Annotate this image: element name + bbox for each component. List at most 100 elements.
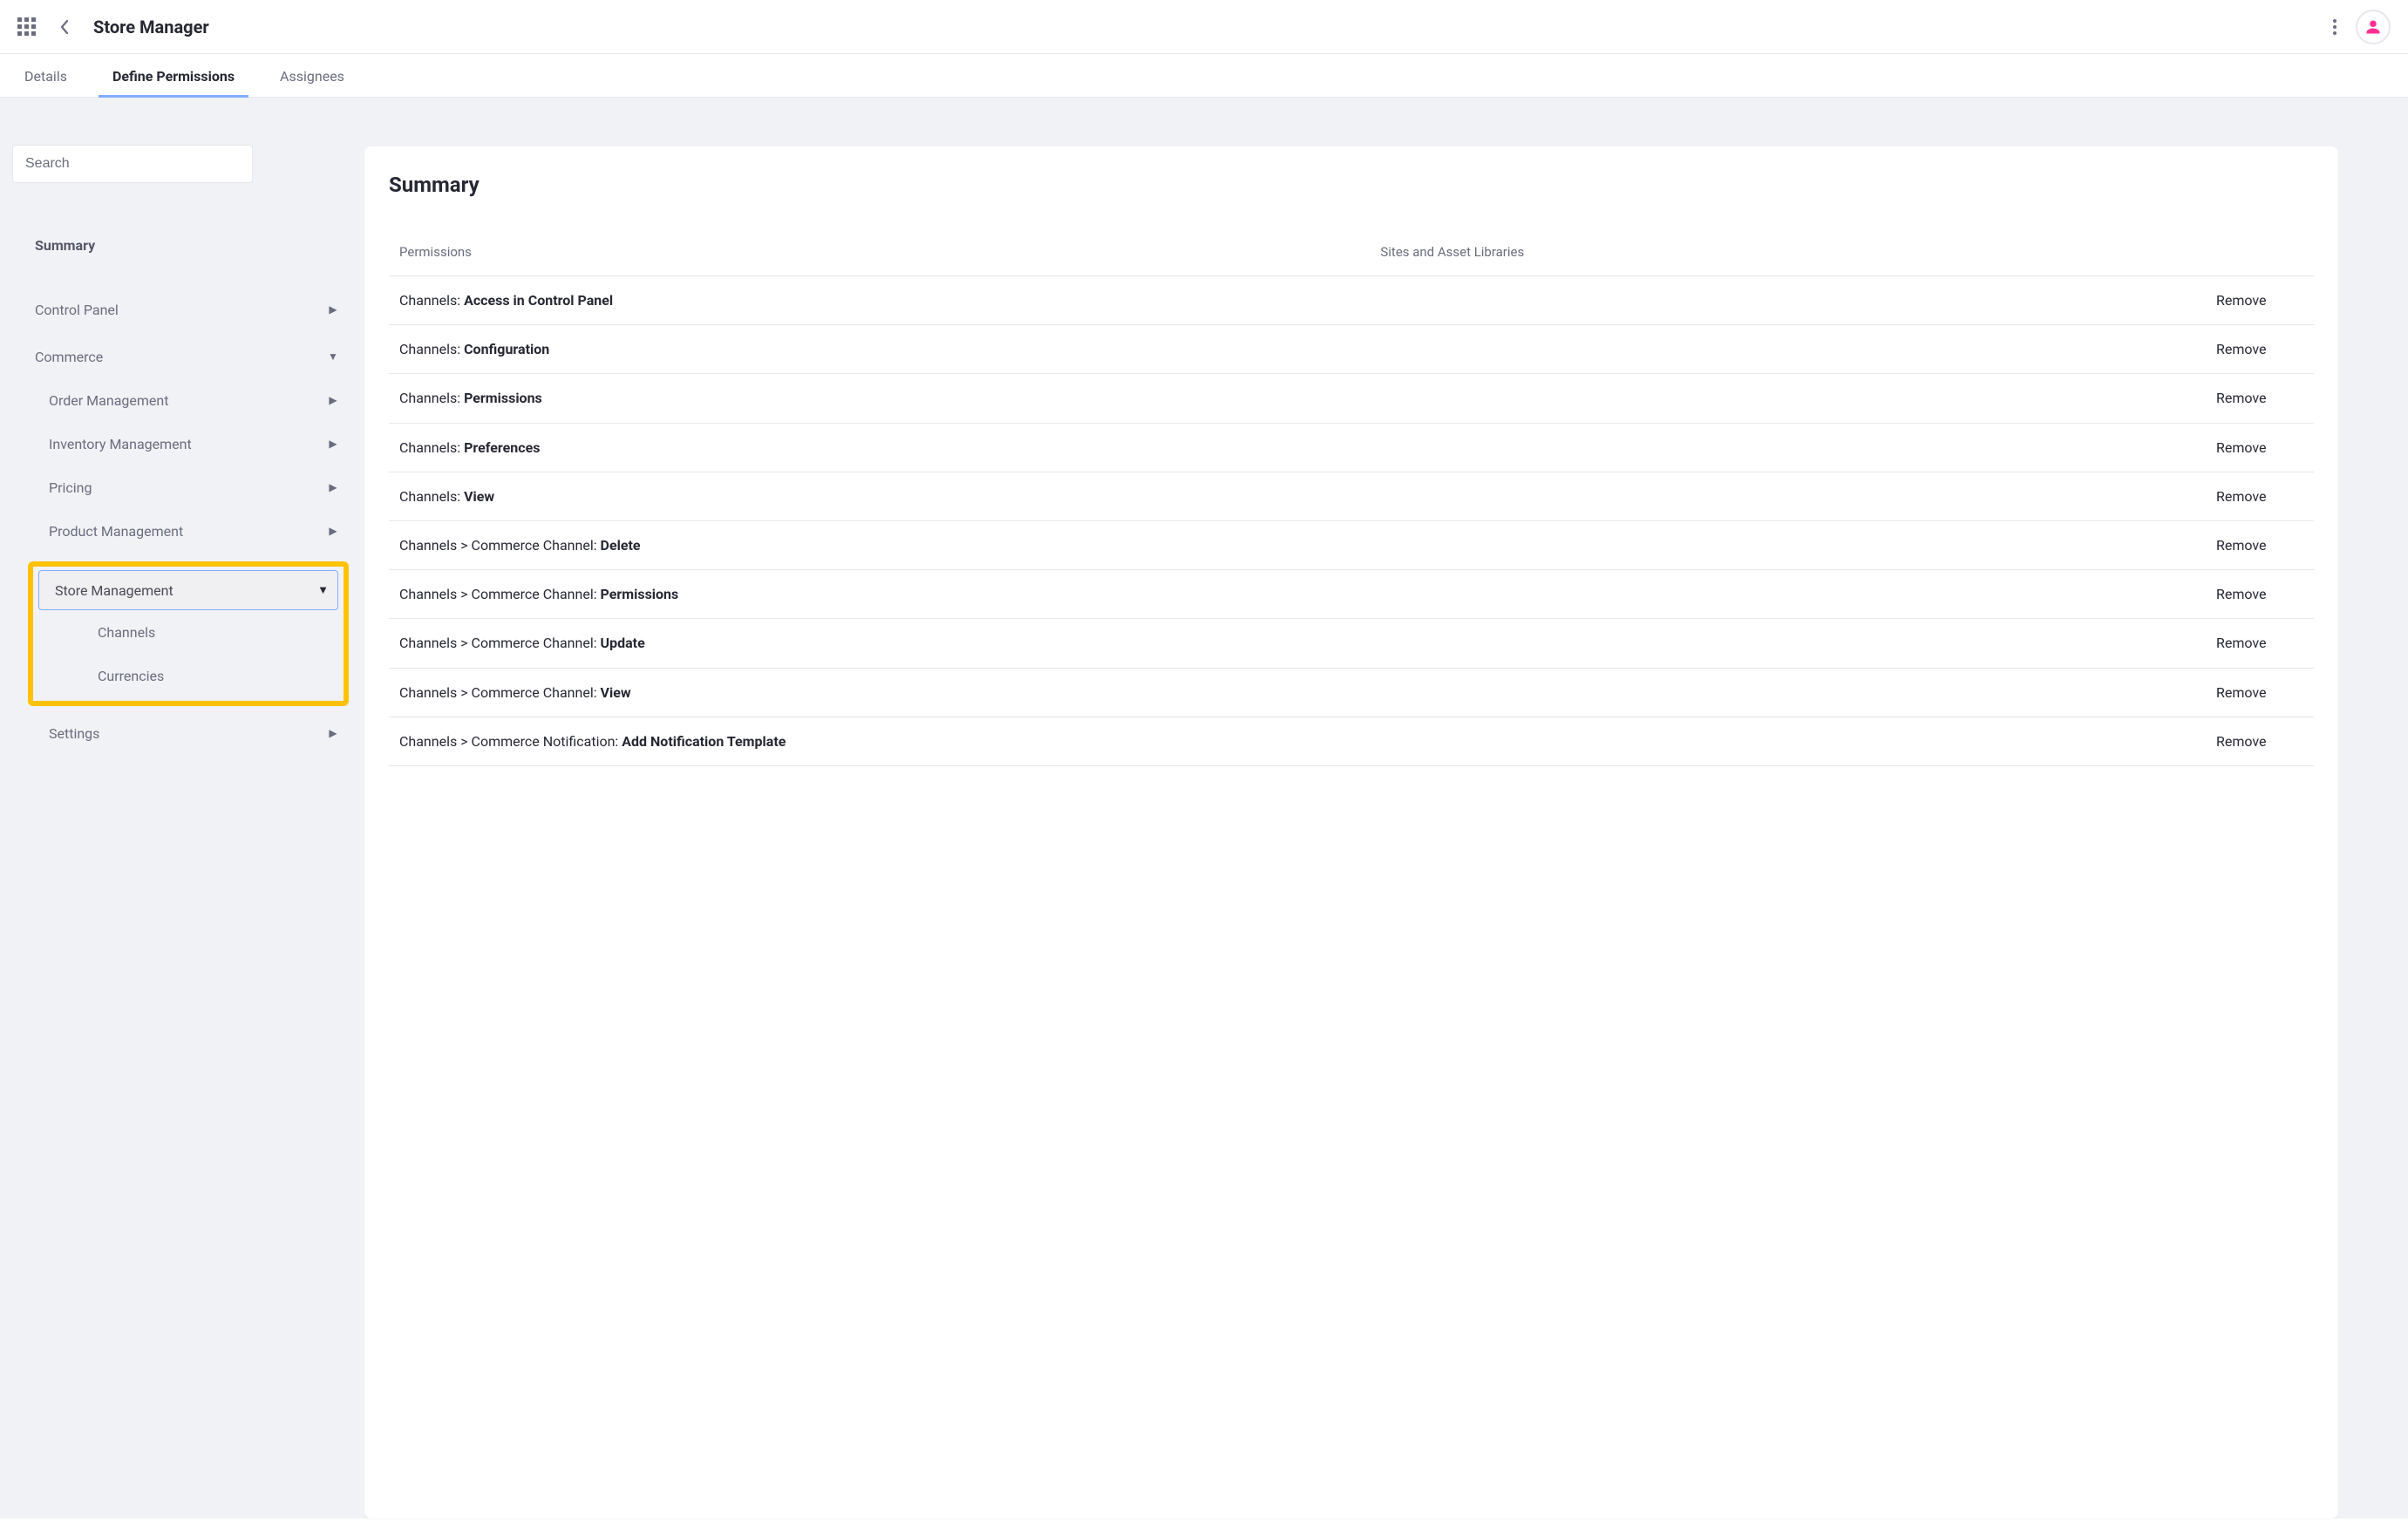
remove-button[interactable]: Remove	[2216, 733, 2267, 750]
sidebar-item-label: Order Management	[49, 392, 168, 409]
sidebar-item-label: Settings	[49, 725, 99, 742]
permission-cell: Channels: View	[399, 486, 1380, 506]
page-title: Store Manager	[93, 17, 209, 37]
permission-cell: Channels > Commerce Channel: Update	[399, 633, 1380, 653]
action-cell: Remove	[2216, 635, 2303, 651]
column-sites: Sites and Asset Libraries	[1380, 244, 2216, 260]
table-row: Channels: Permissions Remove	[389, 374, 2314, 423]
table-row: Channels > Commerce Channel: Update Remov…	[389, 619, 2314, 668]
sidebar-item-pricing[interactable]: Pricing ▶	[26, 465, 352, 509]
dot-icon	[2333, 19, 2337, 23]
permission-cell: Channels > Commerce Channel: Permissions	[399, 584, 1380, 604]
caret-right-icon: ▶	[324, 303, 342, 316]
sidebar-item-inventory-management[interactable]: Inventory Management ▶	[26, 422, 352, 465]
sidebar-item-order-management[interactable]: Order Management ▶	[26, 378, 352, 422]
sidebar-item-commerce[interactable]: Commerce ▼	[12, 335, 352, 378]
sidebar-item-currencies[interactable]: Currencies	[75, 654, 338, 697]
permissions-table-body: Channels: Access in Control PanelRemoveC…	[389, 276, 2314, 766]
sidebar-item-label: Commerce	[35, 349, 103, 365]
table-row: Channels: View Remove	[389, 472, 2314, 521]
action-cell: Remove	[2216, 586, 2303, 602]
tab-details[interactable]: Details	[17, 54, 74, 97]
caret-right-icon: ▶	[324, 481, 342, 493]
sidebar-item-label: Control Panel	[35, 302, 119, 318]
caret-right-icon: ▶	[324, 438, 342, 450]
user-avatar-button[interactable]	[2356, 10, 2391, 44]
action-cell: Remove	[2216, 733, 2303, 750]
caret-down-icon: ▼	[324, 350, 342, 363]
remove-button[interactable]: Remove	[2216, 292, 2267, 309]
sidebar-item-label: Store Management	[55, 582, 173, 599]
table-header: Permissions Sites and Asset Libraries	[389, 244, 2314, 276]
action-cell: Remove	[2216, 390, 2303, 406]
remove-button[interactable]: Remove	[2216, 390, 2267, 406]
action-cell: Remove	[2216, 684, 2303, 701]
remove-button[interactable]: Remove	[2216, 488, 2267, 505]
topbar-left: Store Manager	[17, 14, 209, 40]
sidebar-item-settings[interactable]: Settings ▶	[26, 711, 352, 755]
dot-icon	[2333, 31, 2337, 35]
content: Summary Control Panel ▶ Commerce ▼ Order…	[0, 98, 2408, 1519]
table-row: Channels > Commerce Channel: Permissions…	[389, 570, 2314, 619]
sidebar-item-label: Currencies	[98, 668, 164, 684]
sidebar-item-channels[interactable]: Channels	[75, 610, 338, 654]
main-panel: Summary Permissions Sites and Asset Libr…	[364, 146, 2338, 1519]
action-cell: Remove	[2216, 439, 2303, 456]
action-cell: Remove	[2216, 341, 2303, 357]
topbar: Store Manager	[0, 0, 2408, 54]
permission-cell: Channels > Commerce Channel: View	[399, 683, 1380, 703]
sidebar-item-label: Pricing	[49, 479, 92, 496]
search-input[interactable]	[12, 145, 253, 183]
action-cell: Remove	[2216, 292, 2303, 309]
sidebar-item-label: Product Management	[49, 523, 183, 540]
store-management-subnav: Channels Currencies	[38, 610, 338, 697]
dot-icon	[2333, 25, 2337, 29]
remove-button[interactable]: Remove	[2216, 341, 2267, 357]
apps-grid-icon[interactable]	[17, 17, 36, 36]
sidebar-item-store-management[interactable]: Store Management ▼	[38, 570, 338, 610]
permission-cell: Channels > Commerce Notification: Add No…	[399, 731, 1380, 751]
permission-cell: Channels: Permissions	[399, 388, 1380, 408]
remove-button[interactable]: Remove	[2216, 635, 2267, 651]
main-title: Summary	[389, 173, 2314, 197]
column-action	[2216, 244, 2303, 260]
sidebar-item-label: Inventory Management	[49, 436, 192, 452]
sidebar-nav: Summary Control Panel ▶ Commerce ▼ Order…	[12, 223, 352, 755]
remove-button[interactable]: Remove	[2216, 439, 2267, 456]
permission-cell: Channels: Access in Control Panel	[399, 290, 1380, 310]
sidebar-item-product-management[interactable]: Product Management ▶	[26, 509, 352, 553]
caret-right-icon: ▶	[324, 394, 342, 406]
column-permissions: Permissions	[399, 244, 1380, 260]
commerce-subnav: Order Management ▶ Inventory Management …	[12, 378, 352, 755]
permission-cell: Channels: Preferences	[399, 438, 1380, 458]
remove-button[interactable]: Remove	[2216, 586, 2267, 602]
caret-right-icon: ▶	[324, 525, 342, 537]
sidebar: Summary Control Panel ▶ Commerce ▼ Order…	[0, 98, 364, 1519]
remove-button[interactable]: Remove	[2216, 537, 2267, 554]
permission-cell: Channels > Commerce Channel: Delete	[399, 535, 1380, 555]
action-cell: Remove	[2216, 488, 2303, 505]
table-row: Channels: Access in Control Panel Remove	[389, 276, 2314, 325]
caret-right-icon: ▶	[324, 727, 342, 739]
table-row: Channels: Configuration Remove	[389, 325, 2314, 374]
permission-cell: Channels: Configuration	[399, 339, 1380, 359]
caret-down-icon: ▼	[317, 583, 329, 597]
sidebar-item-control-panel[interactable]: Control Panel ▶	[12, 288, 352, 331]
tab-define-permissions[interactable]: Define Permissions	[105, 54, 241, 97]
sidebar-item-summary[interactable]: Summary	[12, 223, 352, 267]
topbar-right	[2326, 10, 2391, 44]
table-row: Channels > Commerce Notification: Add No…	[389, 717, 2314, 766]
chevron-left-icon	[59, 19, 70, 35]
sidebar-item-label: Channels	[98, 624, 155, 641]
tab-assignees[interactable]: Assignees	[273, 54, 351, 97]
sidebar-item-label: Summary	[35, 237, 95, 254]
table-row: Channels > Commerce Channel: View Remove	[389, 669, 2314, 717]
highlight-annotation: Store Management ▼ Channels Currencies	[28, 561, 349, 706]
table-row: Channels > Commerce Channel: Delete Remov…	[389, 521, 2314, 570]
more-options-button[interactable]	[2326, 14, 2343, 40]
user-icon	[2365, 19, 2381, 35]
action-cell: Remove	[2216, 537, 2303, 554]
table-row: Channels: Preferences Remove	[389, 424, 2314, 472]
back-button[interactable]	[51, 14, 78, 40]
remove-button[interactable]: Remove	[2216, 684, 2267, 701]
